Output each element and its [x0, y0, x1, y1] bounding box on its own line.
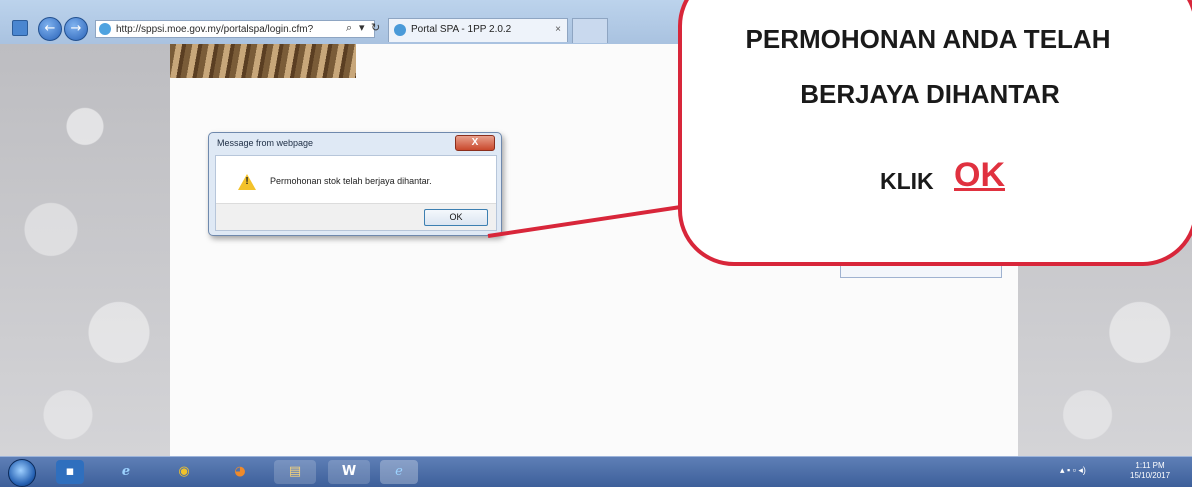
tray-time: 1:11 PM [1135, 461, 1165, 470]
close-icon[interactable]: × [555, 19, 561, 41]
search-icon[interactable]: ⌕ [346, 21, 352, 35]
header-banner-image [170, 44, 356, 78]
callout-heading-line2: BERJAYA DIHANTAR [800, 79, 1060, 109]
site-icon [99, 23, 111, 35]
address-text: http://sppsi.moe.gov.my/portalspa/login.… [116, 24, 314, 35]
callout-klik-label: KLIK [880, 168, 934, 194]
dialog-title: Message from webpage [217, 138, 314, 148]
dialog-message: Permohonan stok telah berjaya dihantar. [270, 176, 432, 186]
start-button[interactable] [8, 459, 36, 487]
message-dialog: Message from webpage X ! Permohonan stok… [208, 132, 502, 236]
taskbar: ▪ e ◉ ◕ ▤ W e ▴ ▪ ▫ ◂) 1:11 PM 15/10/201… [0, 456, 1192, 487]
dialog-footer: OK [216, 203, 496, 230]
show-desktop-icon[interactable]: ▪ [56, 460, 84, 484]
word-icon[interactable]: W [328, 460, 370, 484]
warning-mark: ! [245, 176, 249, 187]
tab-title: Portal SPA - 1PP 2.0.2 [411, 24, 512, 35]
tray-date: 15/10/2017 [1130, 471, 1171, 480]
dialog-close-button[interactable]: X [455, 135, 495, 151]
back-button[interactable]: ← [38, 17, 62, 41]
page-favicon-icon [12, 20, 28, 36]
refresh-icon[interactable]: ↻ [371, 21, 380, 34]
chrome-icon[interactable]: ◉ [170, 460, 198, 484]
decorative-ornament-left [0, 44, 170, 456]
firefox-icon[interactable]: ◕ [226, 460, 254, 484]
forward-button[interactable]: → [64, 17, 88, 41]
chevron-down-icon[interactable]: ▾ [359, 21, 365, 34]
tab-portal-spa[interactable]: Portal SPA - 1PP 2.0.2 × [388, 18, 568, 42]
instruction-callout: PERMOHONAN ANDA TELAH BERJAYA DIHANTAR K… [678, 0, 1192, 266]
dialog-ok-button[interactable]: OK [424, 209, 488, 226]
tray-clock[interactable]: 1:11 PM 15/10/2017 [1130, 461, 1170, 481]
ie-window-icon[interactable]: e [380, 460, 418, 484]
callout-ok-label: OK [954, 156, 1005, 194]
tab-favicon-icon [394, 24, 406, 36]
file-explorer-icon[interactable]: ▤ [274, 460, 316, 484]
callout-heading-line1: PERMOHONAN ANDA TELAH [745, 24, 1111, 54]
new-tab-button[interactable] [572, 18, 608, 43]
system-tray-icons[interactable]: ▴ ▪ ▫ ◂) [1060, 465, 1086, 476]
address-bar[interactable]: http://sppsi.moe.gov.my/portalspa/login.… [95, 20, 375, 38]
dialog-body: ! Permohonan stok telah berjaya dihantar… [215, 155, 497, 231]
internet-explorer-icon[interactable]: e [112, 460, 140, 484]
